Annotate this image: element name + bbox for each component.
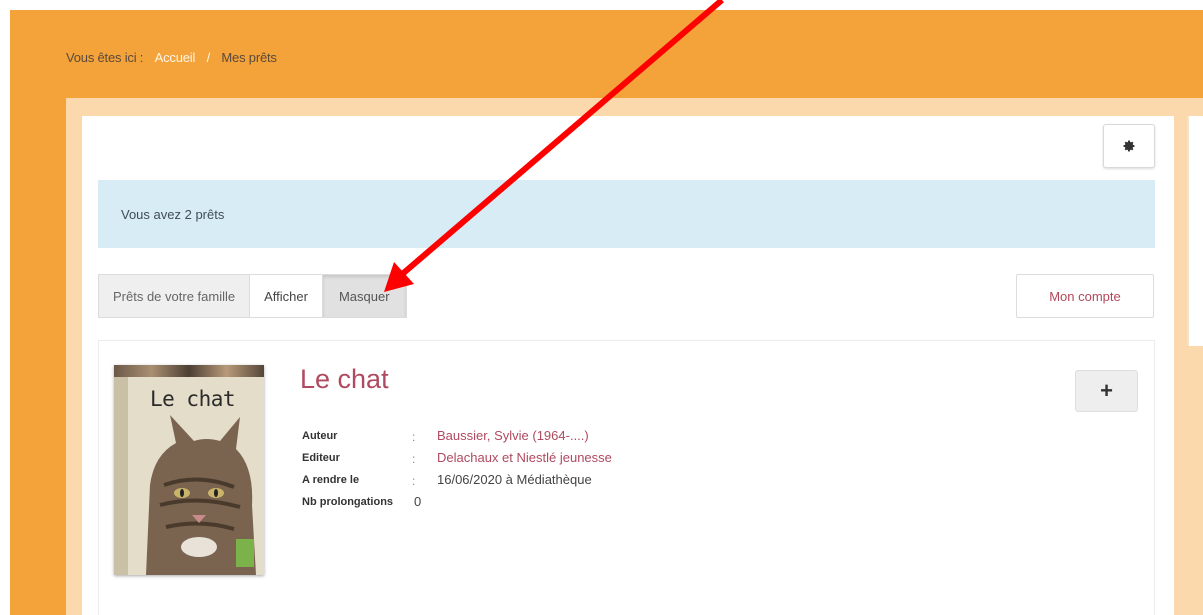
gear-icon [1123, 140, 1135, 152]
publisher-link[interactable]: Delachaux et Niestlé jeunesse [437, 450, 612, 465]
family-loans-label: Prêts de votre famille [98, 274, 250, 318]
author-label: Auteur [302, 430, 338, 442]
plus-icon: + [1100, 378, 1113, 403]
publisher-colon: : [412, 452, 416, 466]
breadcrumb: Vous êtes ici : Accueil / Mes prêts [66, 50, 277, 65]
due-date-label: A rendre le [302, 474, 360, 486]
due-date-colon: : [412, 474, 416, 488]
renewals-value: 0 [414, 494, 422, 509]
due-date-value: 16/06/2020 à Médiathèque [437, 472, 592, 487]
loan-title-link[interactable]: Le chat [300, 364, 389, 395]
publisher-label: Editeur [302, 452, 340, 464]
cover-title-text: Le chat [150, 387, 236, 411]
expand-loan-button[interactable]: + [1075, 370, 1138, 412]
cat-photo [136, 415, 260, 575]
my-account-button[interactable]: Mon compte [1016, 274, 1154, 318]
side-panel-edge [1187, 116, 1203, 346]
breadcrumb-separator: / [206, 50, 211, 65]
hide-family-button[interactable]: Masquer [321, 274, 407, 318]
settings-button[interactable] [1103, 124, 1155, 168]
author-colon: : [412, 430, 416, 444]
cover-spine [114, 377, 128, 575]
book-cover-image[interactable]: Le chat [114, 365, 264, 575]
family-loans-toggle: Prêts de votre famille Afficher Masquer [98, 274, 407, 318]
show-family-button[interactable]: Afficher [249, 274, 322, 318]
breadcrumb-prefix: Vous êtes ici : [66, 50, 144, 65]
renewals-label: Nb prolongations [302, 496, 394, 508]
loans-count-banner: Vous avez 2 prêts [98, 180, 1155, 248]
author-link[interactable]: Baussier, Sylvie (1964-....) [437, 428, 589, 443]
breadcrumb-current: Mes prêts [221, 50, 277, 65]
cover-photo-strip [114, 365, 264, 377]
loans-count-text: Vous avez 2 prêts [121, 206, 225, 222]
breadcrumb-home-link[interactable]: Accueil [155, 50, 196, 65]
